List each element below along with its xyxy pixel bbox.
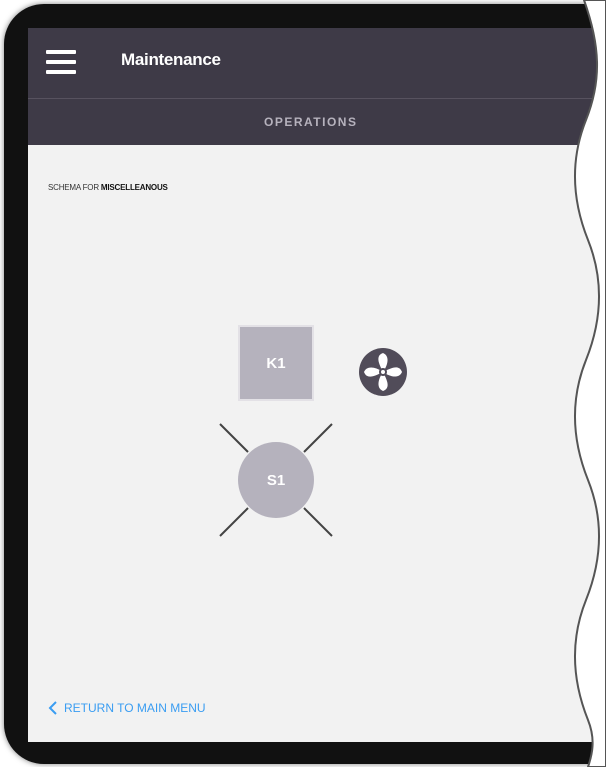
tab-bar: OPERATIONS: [28, 99, 606, 145]
chevron-left-icon: [48, 701, 57, 715]
fan-icon[interactable]: [357, 346, 409, 398]
schema-title: SCHEMA FOR MISCELLEANOUS: [48, 183, 168, 192]
s1-circle: S1: [238, 442, 314, 518]
torn-edge: [574, 0, 606, 767]
schema-name: MISCELLEANOUS: [100, 183, 168, 192]
k1-component[interactable]: K1: [238, 325, 314, 401]
s1-component[interactable]: S1: [218, 422, 334, 538]
k1-label: K1: [266, 354, 286, 372]
page-title: Maintenance: [121, 50, 221, 69]
return-to-main-menu-link[interactable]: RETURN TO MAIN MENU: [48, 700, 206, 716]
top-bar: Maintenance: [28, 28, 606, 99]
schema-title-prefix: SCHEMA FOR: [48, 183, 101, 192]
s1-label: S1: [266, 471, 286, 489]
app-screen: Maintenance OPERATIONS SCHEMA FOR MISCEL…: [28, 28, 606, 742]
tab-operations[interactable]: OPERATIONS: [264, 115, 357, 129]
return-link-label: RETURN TO MAIN MENU: [64, 701, 206, 715]
hamburger-menu-icon[interactable]: [46, 50, 76, 74]
